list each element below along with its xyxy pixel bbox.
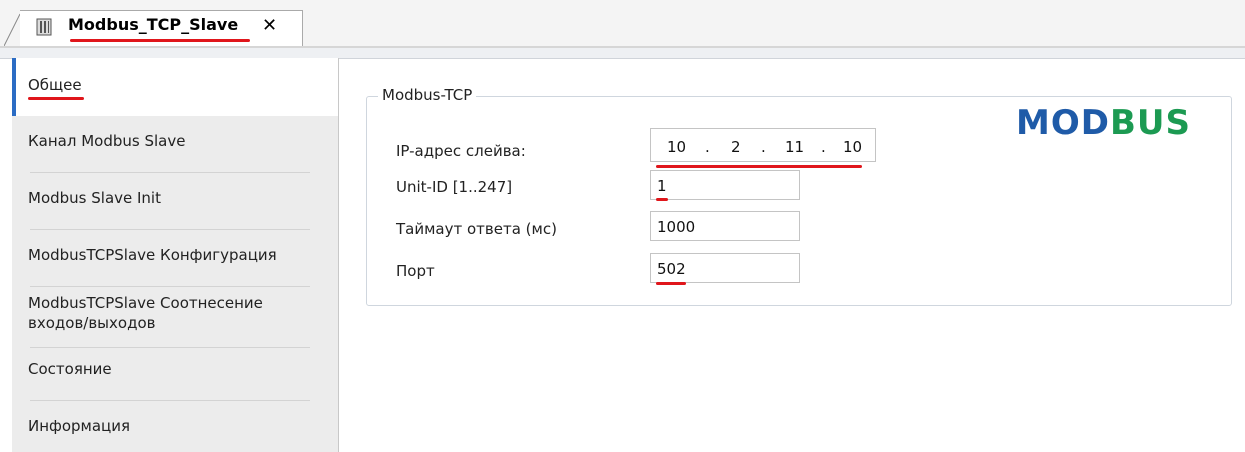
sidebar-item-modbus-slave-channel[interactable]: Канал Modbus Slave [12, 116, 338, 172]
sidebar-item-label: Состояние [28, 360, 112, 378]
unit-id-field[interactable]: 1 [650, 170, 800, 200]
logo-part-bus: BUS [1109, 103, 1191, 143]
tab-title: Modbus_TCP_Slave [68, 15, 239, 34]
ip-octet-2[interactable]: 2 [731, 138, 741, 156]
close-icon[interactable]: ✕ [262, 15, 277, 36]
annotation-underline [656, 165, 862, 168]
timeout-label: Таймаут ответа (мс) [396, 220, 557, 238]
sidebar-item-configuration[interactable]: ModbusTCPSlave Конфигурация [12, 230, 338, 286]
group-title: Modbus-TCP [378, 86, 477, 104]
ip-dot: . [705, 138, 710, 156]
port-label: Порт [396, 262, 435, 280]
ip-dot: . [761, 138, 766, 156]
annotation-underline [28, 97, 84, 100]
annotation-underline [656, 198, 668, 201]
sidebar-item-status[interactable]: Состояние [12, 348, 338, 400]
ip-octet-1[interactable]: 10 [667, 138, 686, 156]
unit-id-label: Unit-ID [1..247] [396, 178, 513, 196]
sidebar-item-information[interactable]: Информация [12, 401, 338, 452]
sidebar-item-label: Общее [28, 76, 82, 94]
sidebar-item-general[interactable]: Общее [12, 58, 338, 116]
ip-address-field[interactable]: 10 . 2 . 11 . 10 [650, 128, 876, 162]
ip-label: IP-адрес слейва: [396, 142, 526, 160]
sidebar-item-label: ModbusTCPSlave Конфигурация [28, 246, 277, 264]
timeout-field[interactable]: 1000 [650, 211, 800, 241]
annotation-underline [656, 282, 686, 285]
modbus-logo: MODBUS [1016, 103, 1191, 143]
sidebar-item-label: Информация [28, 417, 131, 435]
sidebar: Общее Канал Modbus Slave Modbus Slave In… [12, 58, 339, 452]
port-field[interactable]: 502 [650, 253, 800, 283]
logo-part-mod: MOD [1016, 103, 1110, 143]
ip-octet-3[interactable]: 11 [785, 138, 804, 156]
sidebar-item-label: ModbusTCPSlave Соотнесение входов/выходо… [28, 294, 263, 332]
sidebar-item-label: Канал Modbus Slave [28, 132, 186, 150]
device-icon [36, 18, 52, 36]
ip-dot: . [821, 138, 826, 156]
active-indicator [12, 58, 16, 116]
sidebar-item-modbus-slave-init[interactable]: Modbus Slave Init [12, 173, 338, 229]
tab-strip: Modbus_TCP_Slave ✕ [0, 0, 1245, 48]
sidebar-item-label: Modbus Slave Init [28, 189, 161, 207]
annotation-underline [70, 39, 250, 42]
ip-octet-4[interactable]: 10 [843, 138, 862, 156]
sidebar-item-io-mapping[interactable]: ModbusTCPSlave Соотнесение входов/выходо… [12, 287, 338, 347]
